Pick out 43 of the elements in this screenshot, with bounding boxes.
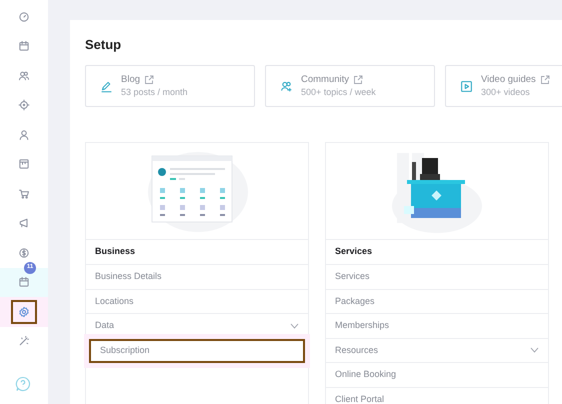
help-icon[interactable] xyxy=(15,376,31,392)
external-link-icon xyxy=(540,75,550,85)
calendar-icon xyxy=(18,40,30,52)
card-subtitle: 53 posts / month xyxy=(121,86,188,98)
settings-row[interactable]: Business Details xyxy=(86,265,308,290)
board-icon xyxy=(18,158,30,170)
magic-wand-icon xyxy=(18,335,30,348)
section-title: Business xyxy=(95,245,136,258)
external-link-icon xyxy=(353,75,364,85)
resource-card[interactable]: Community 500+ topics / week xyxy=(265,65,435,107)
play-icon xyxy=(460,80,473,92)
card-title: Video guides xyxy=(481,74,536,86)
cart-icon xyxy=(18,188,30,200)
settings-row[interactable]: Packages xyxy=(326,290,548,314)
card-title: Blog xyxy=(121,74,140,86)
settings-row[interactable]: Memberships xyxy=(326,314,548,338)
resource-card[interactable]: Blog 53 posts / month xyxy=(85,65,255,107)
external-link-icon xyxy=(144,75,154,85)
pencil-icon xyxy=(100,80,113,92)
sidebar-item[interactable] xyxy=(0,297,48,326)
people-icon xyxy=(18,70,30,82)
resource-card[interactable]: Video guides 300+ videos xyxy=(445,65,562,107)
sidebar-item[interactable] xyxy=(0,268,48,297)
card-title: Community xyxy=(301,74,350,86)
settings-row[interactable]: Locations xyxy=(86,290,308,314)
settings-row[interactable]: Resources xyxy=(326,338,548,363)
megaphone-icon xyxy=(18,217,30,230)
settings-row[interactable]: Online Booking xyxy=(326,363,548,388)
gauge-icon xyxy=(18,10,30,23)
settings-row[interactable]: Services xyxy=(326,265,548,290)
settings-icon xyxy=(18,306,30,318)
card-subtitle: 300+ videos xyxy=(481,86,531,98)
crosshair-icon xyxy=(18,99,30,112)
section-title: Services xyxy=(335,245,372,258)
person-icon xyxy=(18,128,30,141)
page-title: Setup xyxy=(85,37,122,53)
dollar-icon xyxy=(18,246,30,259)
chevron-down-icon xyxy=(530,347,539,354)
settings-row[interactable]: Client Portal xyxy=(326,388,548,404)
calendar-icon xyxy=(18,276,30,288)
people-icon xyxy=(280,80,293,92)
chevron-down-icon xyxy=(290,322,299,329)
card-subtitle: 500+ topics / week xyxy=(301,86,376,98)
